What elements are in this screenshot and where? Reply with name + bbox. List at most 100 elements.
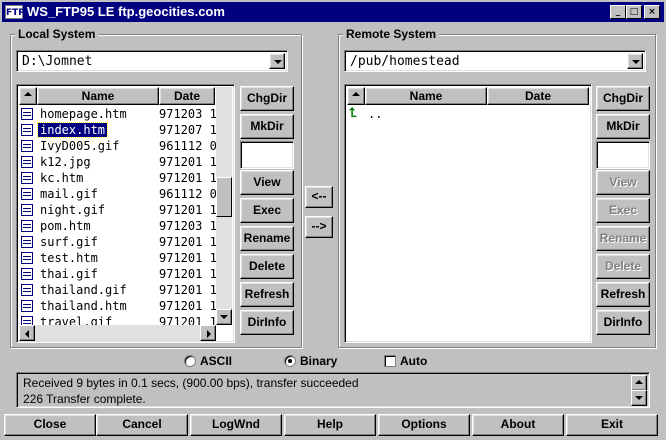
local-scroll-down-button[interactable] xyxy=(216,309,232,325)
file-name: thailand.htm xyxy=(40,299,127,313)
remote-dirinfo-button[interactable]: DirInfo xyxy=(596,310,650,335)
chevron-down-icon xyxy=(632,60,640,64)
close-button[interactable]: Close xyxy=(4,414,96,436)
file-name: thailand.gif xyxy=(40,283,127,297)
minimize-icon: _ xyxy=(615,7,621,17)
table-row[interactable]: kc.htm 971201 1 xyxy=(19,170,217,186)
remote-rename-button[interactable]: Rename xyxy=(596,226,650,251)
minimize-button[interactable]: _ xyxy=(610,5,626,19)
list-item[interactable]: ⮤ .. xyxy=(347,106,587,122)
transfer-to-local-button[interactable]: <-- xyxy=(305,186,333,208)
cancel-button[interactable]: Cancel xyxy=(96,414,188,436)
about-button[interactable]: About xyxy=(472,414,564,436)
table-row[interactable]: thailand.gif 971201 1 xyxy=(19,282,217,298)
transfer-to-remote-button[interactable]: --> xyxy=(305,216,333,238)
table-row[interactable]: IvyD005.gif 961112 0 xyxy=(19,138,217,154)
remote-mkdir-button[interactable]: MkDir xyxy=(596,114,650,139)
local-scroll-left-button[interactable] xyxy=(19,325,35,341)
table-row[interactable]: pom.htm 971203 1 xyxy=(19,218,217,234)
local-chgdir-button[interactable]: ChgDir xyxy=(240,86,294,111)
table-row[interactable]: night.gif 971201 1 xyxy=(19,202,217,218)
local-view-button[interactable]: View xyxy=(240,170,294,195)
file-icon xyxy=(21,124,33,136)
table-row[interactable]: index.htm 971207 1 xyxy=(19,122,217,138)
remote-chgdir-button[interactable]: ChgDir xyxy=(596,86,650,111)
exit-button[interactable]: Exit xyxy=(566,414,658,436)
status-line-1: Received 9 bytes in 0.1 secs, (900.00 bp… xyxy=(23,376,359,390)
remote-path-value: /pub/homestead xyxy=(350,54,460,69)
file-icon xyxy=(21,252,33,264)
remote-refresh-button[interactable]: Refresh xyxy=(596,282,650,307)
file-date: 971201 1 xyxy=(159,283,217,297)
table-row[interactable]: thai.gif 971201 1 xyxy=(19,266,217,282)
local-horizontal-scrollbar[interactable] xyxy=(19,325,216,341)
maximize-icon: □ xyxy=(629,7,639,17)
arrow-down-icon xyxy=(635,396,643,400)
maximize-button[interactable]: □ xyxy=(626,5,642,19)
file-date: 971201 1 xyxy=(159,267,217,281)
auto-checkbox[interactable] xyxy=(384,355,396,367)
local-vertical-scrollbar[interactable] xyxy=(216,87,232,325)
remote-exec-button[interactable]: Exec xyxy=(596,198,650,223)
file-icon xyxy=(21,204,33,216)
remote-file-list[interactable]: Name Date ⮤ .. xyxy=(344,84,592,343)
sort-up-icon xyxy=(352,92,360,96)
file-date: 971201 1 xyxy=(159,171,217,185)
arrow-up-icon xyxy=(635,380,643,384)
remote-date-column-header[interactable]: Date xyxy=(487,87,589,105)
local-file-list[interactable]: Name Date homepage.htm 971203 1 index.htm 9… xyxy=(16,84,235,343)
ftp-app-icon[interactable]: FTP xyxy=(5,5,25,19)
local-refresh-button[interactable]: Refresh xyxy=(240,282,294,307)
table-row[interactable]: mail.gif 961112 0 xyxy=(19,186,217,202)
ascii-radio[interactable] xyxy=(184,355,196,367)
local-path-combo[interactable]: D:\Jomnet xyxy=(16,50,288,72)
local-sort-button[interactable] xyxy=(19,87,37,105)
status-scroll-up-button[interactable] xyxy=(631,375,647,391)
status-line-2: 226 Transfer complete. xyxy=(23,392,146,406)
local-scroll-thumb[interactable] xyxy=(216,177,232,217)
local-mkdir-button[interactable]: MkDir xyxy=(240,114,294,139)
local-scroll-right-button[interactable] xyxy=(200,325,216,341)
file-date: 971201 1 xyxy=(159,203,217,217)
local-dirinfo-button[interactable]: DirInfo xyxy=(240,310,294,335)
ascii-label: ASCII xyxy=(200,354,233,368)
remote-name-column-header[interactable]: Name xyxy=(365,87,487,105)
remote-sort-button[interactable] xyxy=(347,87,365,105)
file-date: 971201 1 xyxy=(159,299,217,313)
file-icon xyxy=(21,156,33,168)
local-name-column-header[interactable]: Name xyxy=(37,87,159,105)
remote-path-combo[interactable]: /pub/homestead xyxy=(344,50,646,72)
file-date: 971201 1 xyxy=(159,251,217,265)
remote-view-button[interactable]: View xyxy=(596,170,650,195)
remote-path-dropdown-button[interactable] xyxy=(627,53,643,69)
table-row[interactable]: surf.gif 971201 1 xyxy=(19,234,217,250)
local-delete-button[interactable]: Delete xyxy=(240,254,294,279)
table-row[interactable]: k12.jpg 971201 1 xyxy=(19,154,217,170)
logwnd-button[interactable]: LogWnd xyxy=(190,414,282,436)
file-name: index.htm xyxy=(36,122,109,138)
table-row[interactable]: homepage.htm 971203 1 xyxy=(19,106,217,122)
file-icon xyxy=(21,108,33,120)
file-name: mail.gif xyxy=(40,187,98,201)
file-date: 961112 0 xyxy=(159,187,217,201)
file-icon xyxy=(21,236,33,248)
binary-radio[interactable] xyxy=(284,355,296,367)
remote-delete-button[interactable]: Delete xyxy=(596,254,650,279)
status-scroll-down-button[interactable] xyxy=(631,390,647,406)
help-button[interactable]: Help xyxy=(284,414,376,436)
remote-filter-input[interactable] xyxy=(596,141,650,169)
table-row[interactable]: thailand.htm 971201 1 xyxy=(19,298,217,314)
local-filter-input[interactable] xyxy=(240,141,294,169)
local-date-column-header[interactable]: Date xyxy=(159,87,215,105)
status-log[interactable]: Received 9 bytes in 0.1 secs, (900.00 bp… xyxy=(16,372,650,408)
local-rename-button[interactable]: Rename xyxy=(240,226,294,251)
arrow-left-icon xyxy=(25,330,29,338)
table-row[interactable]: test.htm 971201 1 xyxy=(19,250,217,266)
local-path-dropdown-button[interactable] xyxy=(269,53,285,69)
parent-directory-name: .. xyxy=(368,107,383,121)
local-system-label: Local System xyxy=(15,27,99,41)
close-window-button[interactable]: × xyxy=(644,5,660,19)
file-name: k12.jpg xyxy=(40,155,91,169)
local-exec-button[interactable]: Exec xyxy=(240,198,294,223)
options-button[interactable]: Options xyxy=(378,414,470,436)
